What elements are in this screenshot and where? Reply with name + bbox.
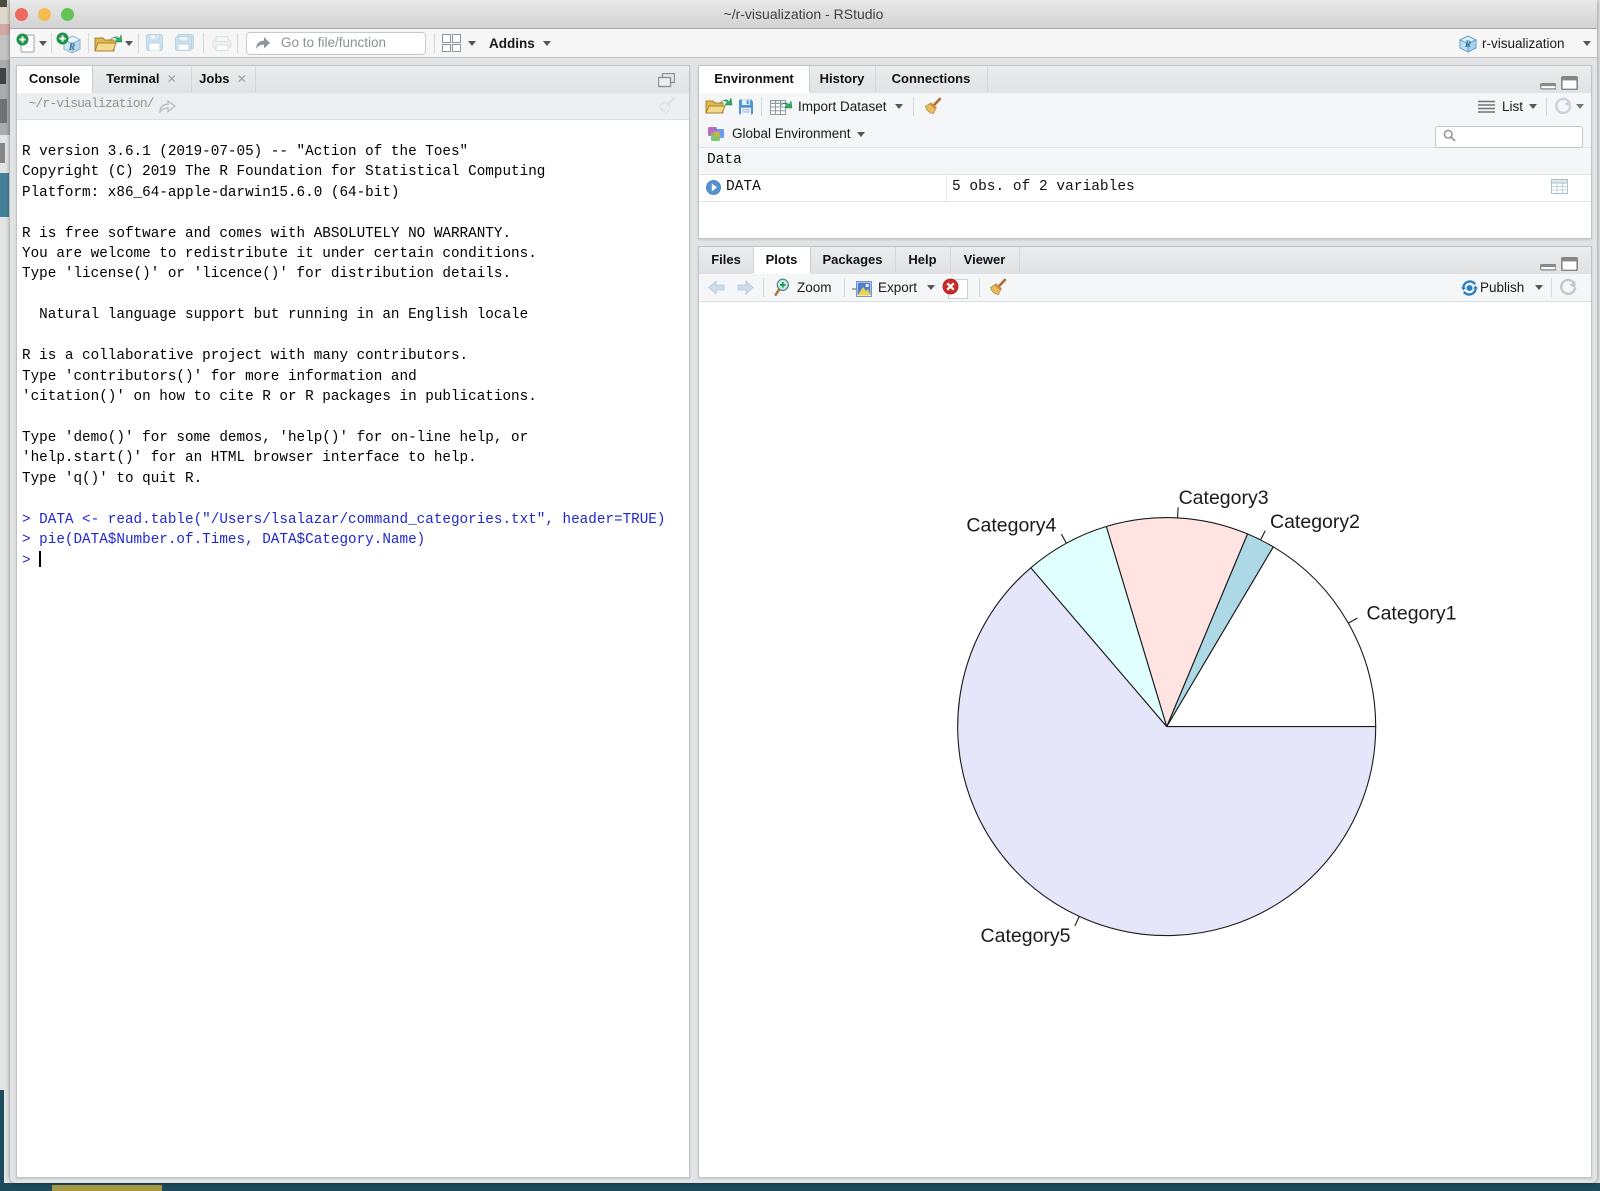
svg-text:R: R [68, 42, 76, 53]
svg-text:Category1: Category1 [1367, 603, 1457, 625]
svg-text:Category5: Category5 [981, 925, 1071, 947]
svg-text:R: R [1464, 39, 1471, 49]
svg-text:Category2: Category2 [1270, 511, 1360, 533]
svg-text:Category4: Category4 [966, 515, 1056, 537]
svg-text:Category3: Category3 [1179, 487, 1269, 509]
